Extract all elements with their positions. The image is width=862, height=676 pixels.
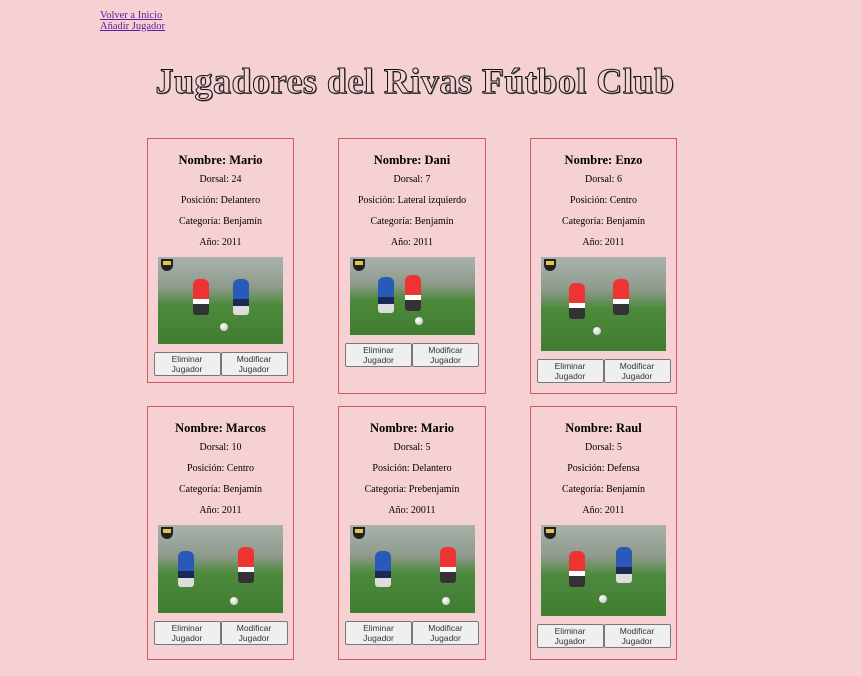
club-crest-icon [352,259,365,271]
player-card: Nombre: Enzo Dorsal: 6 Posición: Centro … [530,138,677,394]
player-year: Año: 2011 [582,237,625,248]
player-year: Año: 2011 [199,505,242,516]
player-category: Categoría: Benjamín [561,216,646,227]
player-photo [541,525,666,616]
player-dorsal: Dorsal: 10 [199,442,242,453]
player-dorsal: Dorsal: 5 [585,442,622,453]
player-figure [238,547,254,583]
player-position: Posición: Delantero [180,195,261,206]
player-photo [158,257,283,344]
player-figure [439,547,456,583]
top-nav: Volver a Inicio Añadir Jugador [100,10,165,32]
player-year: Año: 20011 [388,505,436,516]
home-link[interactable]: Volver a Inicio [100,10,165,21]
delete-player-button[interactable]: Eliminar Jugador [536,624,604,648]
club-crest-icon [544,527,556,539]
ball-icon [414,317,423,325]
player-category: Categoría: Benjamín [178,484,263,495]
delete-player-button[interactable]: Eliminar Jugador [536,359,604,383]
player-dorsal: Dorsal: 7 [393,174,431,185]
club-crest-icon [544,259,556,271]
modify-player-button[interactable]: Modificar Jugador [603,359,671,383]
player-figure [569,283,585,319]
player-position: Posición: Centro [570,195,637,206]
player-year: Año: 2011 [390,237,434,248]
player-category: Categoría: Prebenjamín [364,484,460,495]
player-name: Nombre: Mario [369,421,455,435]
player-photo [158,525,283,613]
club-crest-icon [161,527,173,539]
player-position: Posición: Delantero [372,463,452,474]
modify-player-button[interactable]: Modificar Jugador [220,621,288,645]
player-year: Año: 2011 [199,237,242,248]
modify-player-button[interactable]: Modificar Jugador [220,352,288,376]
page-title: Jugadores del Rivas Fútbol Club [155,61,675,102]
add-player-link[interactable]: Añadir Jugador [100,21,165,32]
player-figure [374,551,391,587]
player-photo [349,525,475,613]
player-figure [233,279,249,315]
player-name: Nombre: Marcos [175,421,266,435]
player-figure [616,547,632,583]
ball-icon [220,323,228,331]
player-category: Categoría: Benjamín [370,216,454,227]
player-position: Posición: Lateral izquierdo [357,195,467,206]
player-card: Nombre: Mario Dorsal: 5 Posición: Delant… [338,406,486,660]
player-name: Nombre: Mario [178,153,263,167]
player-name: Nombre: Enzo [564,153,643,167]
ball-icon [441,597,450,605]
club-crest-icon [161,259,173,271]
player-category: Categoría: Benjamín [561,484,646,495]
player-position: Posición: Centro [187,463,254,474]
modify-player-button[interactable]: Modificar Jugador [412,343,479,367]
club-crest-icon [352,527,365,539]
player-photo [541,257,666,351]
delete-player-button[interactable]: Eliminar Jugador [345,621,412,645]
modify-player-button[interactable]: Modificar Jugador [412,621,479,645]
player-dorsal: Dorsal: 6 [585,174,622,185]
player-year: Año: 2011 [582,505,625,516]
player-figure [193,279,209,315]
player-name: Nombre: Dani [373,153,451,167]
player-card: Nombre: Marcos Dorsal: 10 Posición: Cent… [147,406,294,660]
player-figure [404,275,421,311]
delete-player-button[interactable]: Eliminar Jugador [153,352,221,376]
player-name: Nombre: Raul [565,421,642,435]
player-category: Categoría: Benjamín [178,216,263,227]
player-figure [178,551,194,587]
ball-icon [593,327,601,335]
ball-icon [230,597,238,605]
player-position: Posición: Defensa [567,463,640,474]
player-dorsal: Dorsal: 24 [199,174,242,185]
player-card: Nombre: Mario Dorsal: 24 Posición: Delan… [147,138,294,383]
player-figure [377,277,394,313]
player-photo [349,257,475,335]
player-figure [569,551,585,587]
player-figure [613,279,629,315]
modify-player-button[interactable]: Modificar Jugador [603,624,671,648]
player-card: Nombre: Raul Dorsal: 5 Posición: Defensa… [530,406,677,660]
player-dorsal: Dorsal: 5 [393,442,431,453]
player-card: Nombre: Dani Dorsal: 7 Posición: Lateral… [338,138,486,394]
delete-player-button[interactable]: Eliminar Jugador [153,621,221,645]
delete-player-button[interactable]: Eliminar Jugador [345,343,412,367]
ball-icon [599,595,607,603]
